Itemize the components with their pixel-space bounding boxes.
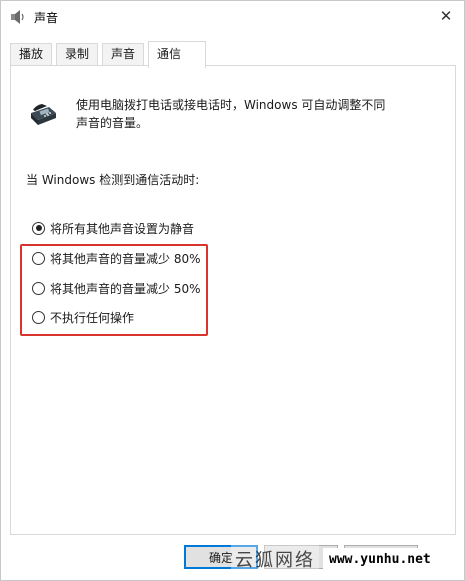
annotation-highlight-box bbox=[20, 244, 208, 336]
option-label: 将所有其他声音设置为静音 bbox=[50, 221, 195, 236]
watermark: 云狐网络 www.yunhu.net bbox=[231, 541, 465, 577]
description: 使用电脑拨打电话或接电话时，Windows 可自动调整不同 声音的音量。 bbox=[76, 96, 426, 132]
description-line-1: 使用电脑拨打电话或接电话时，Windows 可自动调整不同 bbox=[76, 98, 386, 112]
tab-recording[interactable]: 录制 bbox=[56, 43, 98, 66]
tab-playback[interactable]: 播放 bbox=[10, 43, 52, 66]
sound-dialog: 声音 ✕ 播放 录制 声音 通信 使用电脑拨打电话或接电话时，Windows 可… bbox=[0, 0, 465, 581]
tab-communications[interactable]: 通信 bbox=[148, 41, 206, 68]
option-mute-all[interactable]: 将所有其他声音设置为静音 bbox=[32, 220, 194, 236]
watermark-text: 云狐网络 bbox=[231, 544, 319, 574]
close-button[interactable]: ✕ bbox=[433, 5, 459, 27]
radio-button[interactable] bbox=[32, 221, 45, 235]
watermark-site: www.yunhu.net bbox=[323, 547, 437, 571]
speaker-icon bbox=[11, 10, 24, 24]
tab-sounds[interactable]: 声音 bbox=[102, 43, 144, 66]
window-title: 声音 bbox=[34, 11, 59, 25]
question-label: 当 Windows 检测到通信活动时: bbox=[26, 173, 200, 187]
close-icon: ✕ bbox=[439, 7, 453, 25]
title-bar[interactable]: 声音 ✕ bbox=[1, 1, 464, 33]
telephone-icon bbox=[31, 104, 56, 125]
description-line-2: 声音的音量。 bbox=[76, 116, 149, 130]
